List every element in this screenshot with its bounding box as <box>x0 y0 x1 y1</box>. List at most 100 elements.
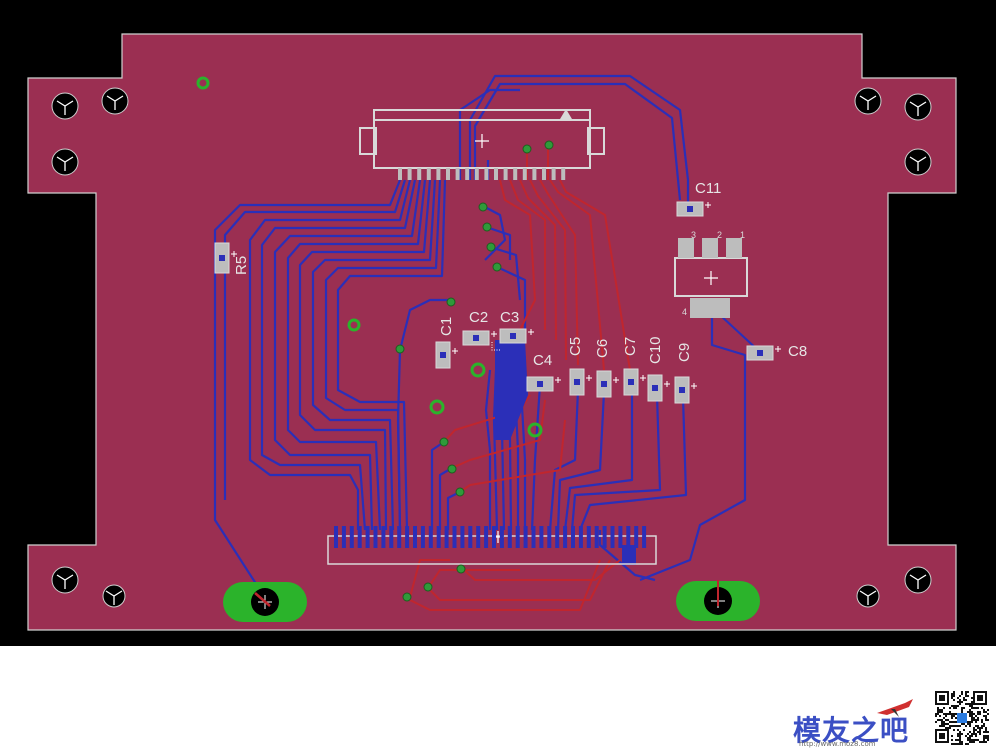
fpc-pin <box>428 526 433 548</box>
label-c9: C9 <box>676 343 693 362</box>
via <box>439 437 449 447</box>
header-pin <box>503 168 508 180</box>
power-pad-right[interactable] <box>676 580 760 621</box>
reg-pin4-label: 4 <box>682 307 687 317</box>
fpc-pin <box>610 526 615 548</box>
pcb-layout-view: 3 2 1 4 C11 C2 C3 C4 C8 C1 C5 C6 C7 C10 … <box>0 0 996 754</box>
via <box>486 242 496 252</box>
via <box>402 592 412 602</box>
site-watermark: 模友之吧 http://www.moz8.com <box>793 691 993 753</box>
fpc-pin <box>634 526 639 548</box>
via <box>478 202 488 212</box>
fpc-pin <box>539 526 544 548</box>
mount-hole-icon <box>102 584 126 608</box>
header-pin <box>522 168 527 180</box>
header-pin <box>484 168 489 180</box>
via <box>455 487 465 497</box>
fpc-pin <box>460 526 465 548</box>
fpc-pin <box>586 526 591 548</box>
via <box>482 222 492 232</box>
fpc-pin <box>602 526 607 548</box>
fpc-pin <box>642 526 647 548</box>
fpc-pin <box>357 526 362 548</box>
via <box>456 564 466 574</box>
watermark-url: http://www.moz8.com <box>799 740 876 748</box>
fpc-pin <box>468 526 473 548</box>
pcb-canvas[interactable]: 3 2 1 4 C11 C2 C3 C4 C8 C1 C5 C6 C7 C10 … <box>0 0 996 754</box>
via <box>423 582 433 592</box>
label-c10: C10 <box>647 336 664 364</box>
power-pad-left[interactable] <box>223 582 307 622</box>
label-c4: C4 <box>533 352 552 369</box>
label-c7: C7 <box>622 337 639 356</box>
fpc-pin <box>484 526 489 548</box>
mount-hole-icon <box>904 93 932 121</box>
header-pin <box>407 168 412 180</box>
fpc-pin <box>420 526 425 548</box>
mount-hole-icon <box>904 566 932 594</box>
label-c11: C11 <box>695 180 721 197</box>
via <box>446 297 456 307</box>
fpc-pin <box>563 526 568 548</box>
header-pin <box>426 168 431 180</box>
fpc-pin <box>349 526 354 548</box>
via <box>447 464 457 474</box>
fpc-pin <box>444 526 449 548</box>
header-pin <box>446 168 450 180</box>
via <box>492 262 502 272</box>
mount-hole-icon <box>854 87 882 115</box>
header-pin <box>494 168 498 180</box>
header-pin <box>465 168 470 180</box>
fpc-pin <box>389 526 394 548</box>
header-pin <box>542 168 546 180</box>
header-pin <box>398 168 402 180</box>
label-c1: C1 <box>438 317 455 336</box>
fpc-pin <box>341 526 346 548</box>
fpc-pin <box>523 526 528 548</box>
reg-pin1-label: 1 <box>740 230 745 240</box>
fpc-pin <box>436 526 441 548</box>
label-c2: C2 <box>469 309 488 326</box>
qr-code-icon <box>935 691 989 745</box>
mount-hole-icon <box>51 566 79 594</box>
via <box>544 140 554 150</box>
fpc-pin <box>381 526 386 548</box>
fpc-pin <box>413 526 417 548</box>
fpc-pin <box>555 526 560 548</box>
header-pin <box>513 168 518 180</box>
reg-pin2-label: 2 <box>717 230 722 240</box>
fpc-pin <box>618 526 623 548</box>
label-c5: C5 <box>567 337 584 356</box>
fpc-pin <box>476 526 481 548</box>
header-pin <box>436 168 441 180</box>
fpc-pin <box>515 526 520 548</box>
header-pin <box>455 168 460 180</box>
reg-pin3-label: 3 <box>691 230 696 240</box>
header-pin <box>417 168 422 180</box>
label-c3: C3 <box>500 309 519 326</box>
fpc-pin <box>571 526 575 548</box>
fpc-pin <box>397 526 402 548</box>
header-pin <box>561 168 566 180</box>
via <box>522 144 532 154</box>
fpc-pin <box>578 526 583 548</box>
fpc-pin <box>365 526 370 548</box>
mount-hole-icon <box>51 92 79 120</box>
fpc-pin <box>492 526 496 548</box>
mount-hole-icon <box>856 584 880 608</box>
mount-hole-icon <box>101 87 129 115</box>
fpc-pin <box>626 526 631 548</box>
fpc-pin <box>334 526 338 548</box>
fpc-pin <box>499 526 504 548</box>
fpc-pin <box>594 526 599 548</box>
fpc-pin <box>373 526 378 548</box>
label-c8: C8 <box>788 343 807 360</box>
fpc-pin <box>452 526 457 548</box>
fpc-pin <box>405 526 410 548</box>
fpc-pin <box>547 526 552 548</box>
header-pin <box>474 168 479 180</box>
header-pin <box>551 168 556 180</box>
header-pin <box>532 168 537 180</box>
fpc-pin <box>507 526 512 548</box>
via <box>395 344 405 354</box>
